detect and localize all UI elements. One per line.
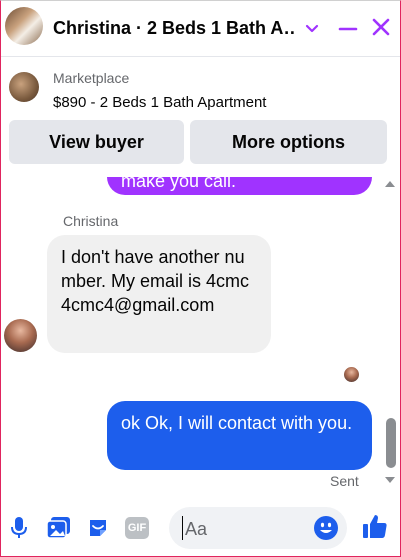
text-cursor [182, 516, 183, 540]
microphone-icon[interactable] [11, 517, 27, 539]
message-status: Sent [330, 473, 359, 489]
minimize-icon[interactable] [337, 18, 359, 40]
close-icon[interactable] [370, 16, 392, 38]
contact-avatar[interactable] [5, 7, 43, 45]
chat-title[interactable]: Christina · 2 Beds 1 Bath A… [53, 18, 295, 39]
message-list: make you call. Christina I don't have an… [1, 177, 400, 497]
message-composer: GIF Aa [1, 499, 400, 556]
view-buyer-button[interactable]: View buyer [9, 120, 184, 164]
marketplace-listing: Marketplace $890 - 2 Beds 1 Bath Apartme… [1, 57, 400, 177]
message-input-placeholder: Aa [185, 519, 208, 539]
sender-avatar[interactable] [4, 319, 37, 352]
chevron-down-icon[interactable] [302, 18, 322, 38]
scrollbar-thumb[interactable] [386, 418, 396, 468]
incoming-message-bubble: I don't have another number. My email is… [47, 235, 271, 353]
incoming-message-text: I don't have another number. My email is… [61, 247, 250, 315]
more-options-button[interactable]: More options [190, 120, 387, 164]
listing-source: Marketplace [53, 70, 130, 86]
thumbs-up-icon[interactable] [362, 513, 388, 539]
emoji-icon[interactable] [314, 516, 338, 540]
outgoing-message-text: ok Ok, I will contact with you. [121, 413, 353, 433]
photo-icon[interactable] [47, 517, 71, 539]
sender-name: Christina [63, 213, 119, 229]
scroll-up-arrow[interactable] [385, 181, 395, 187]
gif-icon[interactable]: GIF [125, 517, 149, 539]
listing-title[interactable]: $890 - 2 Beds 1 Bath Apartment [53, 94, 266, 111]
previous-message-text: make you call. [121, 177, 237, 191]
chat-window: Christina · 2 Beds 1 Bath A… Marketplace… [0, 0, 401, 557]
outgoing-message-bubble: ok Ok, I will contact with you. [107, 401, 372, 470]
chat-header: Christina · 2 Beds 1 Bath A… [1, 1, 400, 56]
read-receipt-avatar [344, 367, 359, 382]
scroll-down-arrow[interactable] [385, 477, 395, 483]
sticker-icon[interactable] [87, 517, 109, 539]
listing-thumbnail[interactable] [9, 72, 39, 102]
